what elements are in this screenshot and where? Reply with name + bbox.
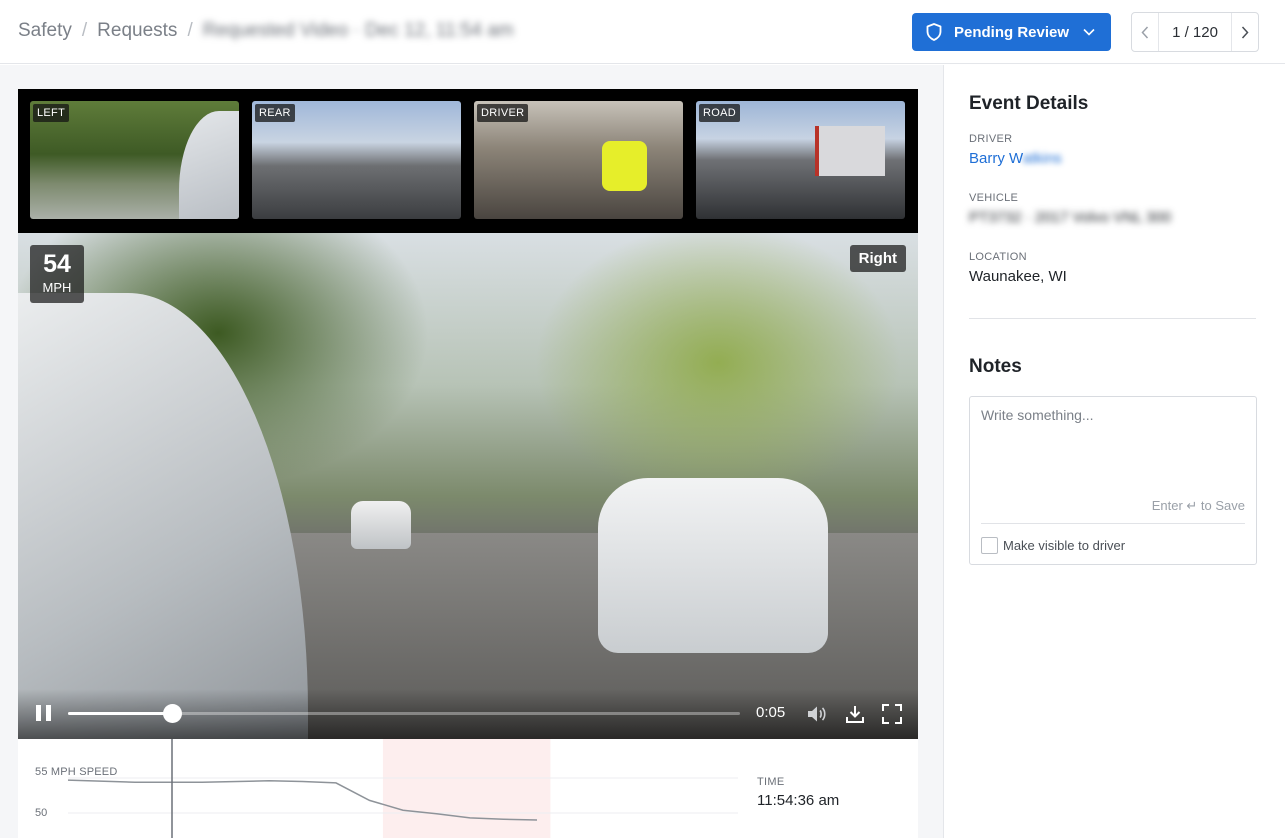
driver-label: DRIVER [969,133,1013,145]
speed-chart-tick: 50 [35,807,48,819]
chevron-left-icon[interactable] [1132,13,1159,51]
camera-label: ROAD [699,104,740,122]
camera-thumb-left[interactable]: LEFT [30,101,239,219]
own-vehicle-image [18,293,308,739]
pending-review-button[interactable]: Pending Review [912,13,1111,51]
location-label: LOCATION [969,251,1027,263]
pause-icon[interactable] [36,705,51,721]
truck-image [815,126,885,176]
time-label: TIME [757,776,785,788]
details-panel: Event Details DRIVER Barry Watkins VEHIC… [943,65,1285,838]
save-hint: Enter ↵ to Save [1151,498,1245,513]
vehicle-label: VEHICLE [969,192,1019,204]
driver-name-redacted: atkins [1022,150,1062,167]
chevron-right-icon[interactable] [1231,13,1258,51]
speed-chart-svg [67,739,738,838]
main-video-frame[interactable]: 54 MPH Right 0:05 [18,233,918,739]
visible-to-driver-label[interactable]: Make visible to driver [1003,538,1125,553]
progress-fill [68,712,173,715]
camera-thumb-rear[interactable]: REAR [252,101,461,219]
notes-title: Notes [969,356,1022,377]
notes-input[interactable] [981,407,1245,487]
speed-chart-title: 55 MPH SPEED [35,766,118,778]
location-value: Waunakee, WI [969,268,1067,285]
notes-editor: Enter ↵ to Save Make visible to driver [969,396,1257,565]
breadcrumb-requests[interactable]: Requests [97,20,177,42]
pending-review-label: Pending Review [954,23,1070,41]
progress-handle[interactable] [163,704,183,723]
oncoming-car-image [598,478,828,653]
breadcrumb-safety[interactable]: Safety [18,20,72,42]
distant-car-image [351,501,411,549]
breadcrumb-current: Requested Video · Dec 12, 11:54 am [202,20,514,41]
visible-to-driver-checkbox[interactable] [981,537,998,554]
pager-count: 1 / 120 [1172,23,1218,41]
car-door-image [179,111,239,219]
camera-tag: Right [849,245,906,272]
vehicle-value[interactable]: PT3732 · 2017 Volvo VNL 300 [969,209,1171,226]
camera-thumbnails: LEFT REAR DRIVER ROAD [18,89,918,233]
driver-image [602,141,647,191]
fullscreen-icon[interactable] [882,704,902,724]
speed-overlay: 54 MPH [30,245,84,303]
current-time: 0:05 [756,704,786,721]
notes-divider [981,523,1245,524]
camera-thumb-road[interactable]: ROAD [696,101,905,219]
download-icon[interactable] [845,704,865,724]
breadcrumb-separator: / [81,20,88,41]
driver-name: Barry W [969,150,1023,167]
volume-icon[interactable] [807,705,827,723]
breadcrumb-separator: / [187,20,193,41]
time-value: 11:54:36 am [757,792,840,809]
chevron-down-icon [1083,28,1095,36]
camera-label: REAR [255,104,295,122]
event-pager: 1 / 120 [1131,12,1259,52]
shield-icon [926,23,942,41]
camera-thumb-driver[interactable]: DRIVER [474,101,683,219]
video-viewer: LEFT REAR DRIVER ROAD 54 MPH Right 0:05 [18,89,918,739]
progress-track[interactable] [68,704,740,723]
top-header: Safety / Requests / Requested Video · De… [0,0,1285,64]
speed-unit: MPH [42,280,72,295]
speed-chart[interactable]: 55 MPH SPEED 50 TIME 11:54:36 am [18,739,918,838]
driver-link[interactable]: Barry Watkins [969,150,1062,167]
camera-label: DRIVER [477,104,529,122]
breadcrumb: Safety / Requests / Requested Video · De… [18,20,514,42]
video-controls: 0:05 [18,689,918,739]
event-details-title: Event Details [969,93,1089,114]
speed-value: 54 [43,250,71,278]
section-divider [969,318,1256,319]
event-highlight-region [382,739,551,838]
camera-label: LEFT [33,104,70,122]
